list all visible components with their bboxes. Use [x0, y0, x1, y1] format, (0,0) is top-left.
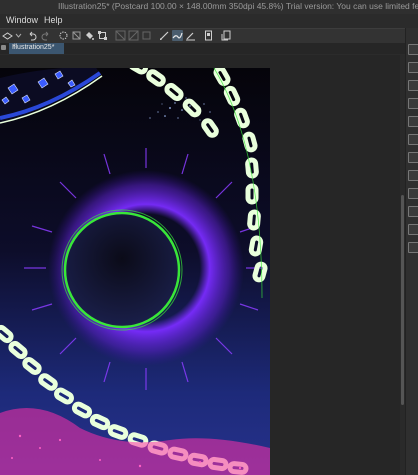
tab-menu-icon[interactable] [1, 45, 6, 50]
dropdown-chevron-icon[interactable] [13, 30, 24, 41]
menu-bar: Window Help [0, 14, 418, 28]
layer-icon[interactable] [2, 30, 13, 41]
dock-panel-icon[interactable] [408, 134, 418, 145]
transform-icon[interactable] [97, 30, 108, 41]
dock-panel-icon[interactable] [408, 188, 418, 199]
dock-panel-icon[interactable] [408, 152, 418, 163]
document-icon[interactable] [203, 30, 214, 41]
command-bar [0, 28, 418, 44]
window-title: Illustration25* (Postcard 100.00 × 148.0… [58, 1, 418, 11]
snap-icon[interactable] [128, 30, 139, 41]
right-dock [405, 28, 418, 475]
draw-icon[interactable] [185, 30, 196, 41]
menu-window[interactable]: Window [6, 15, 38, 25]
dock-panel-icon[interactable] [408, 170, 418, 181]
menu-help[interactable]: Help [44, 15, 63, 25]
dock-panel-icon[interactable] [408, 80, 418, 91]
close-icon[interactable]: × [12, 43, 62, 50]
scrollbar-thumb[interactable] [401, 195, 404, 405]
redo-icon[interactable] [40, 30, 51, 41]
clear-icon[interactable] [71, 30, 82, 41]
dock-panel-icon[interactable] [408, 62, 418, 73]
pen-active-icon[interactable] [172, 30, 183, 41]
canvas-area[interactable] [0, 55, 400, 475]
loading-icon[interactable] [58, 30, 69, 41]
title-bar: Illustration25* (Postcard 100.00 × 148.0… [0, 0, 418, 14]
dock-panel-icon[interactable] [408, 224, 418, 235]
undo-icon[interactable] [27, 30, 38, 41]
dock-panel-icon[interactable] [408, 206, 418, 217]
dock-panel-icon[interactable] [408, 242, 418, 253]
tab-illustration25[interactable]: Illustration25* × [9, 43, 64, 54]
fill-icon[interactable] [84, 30, 95, 41]
pen-icon[interactable] [159, 30, 170, 41]
navigator-icon[interactable] [221, 30, 232, 41]
dock-panel-icon[interactable] [408, 116, 418, 127]
grid-icon[interactable] [115, 30, 126, 41]
dock-panel-icon[interactable] [408, 44, 418, 55]
artwork-canvas[interactable] [0, 68, 270, 475]
document-tab-bar: Illustration25* × [0, 43, 418, 54]
ruler-icon[interactable] [141, 30, 152, 41]
dock-panel-icon[interactable] [408, 98, 418, 109]
